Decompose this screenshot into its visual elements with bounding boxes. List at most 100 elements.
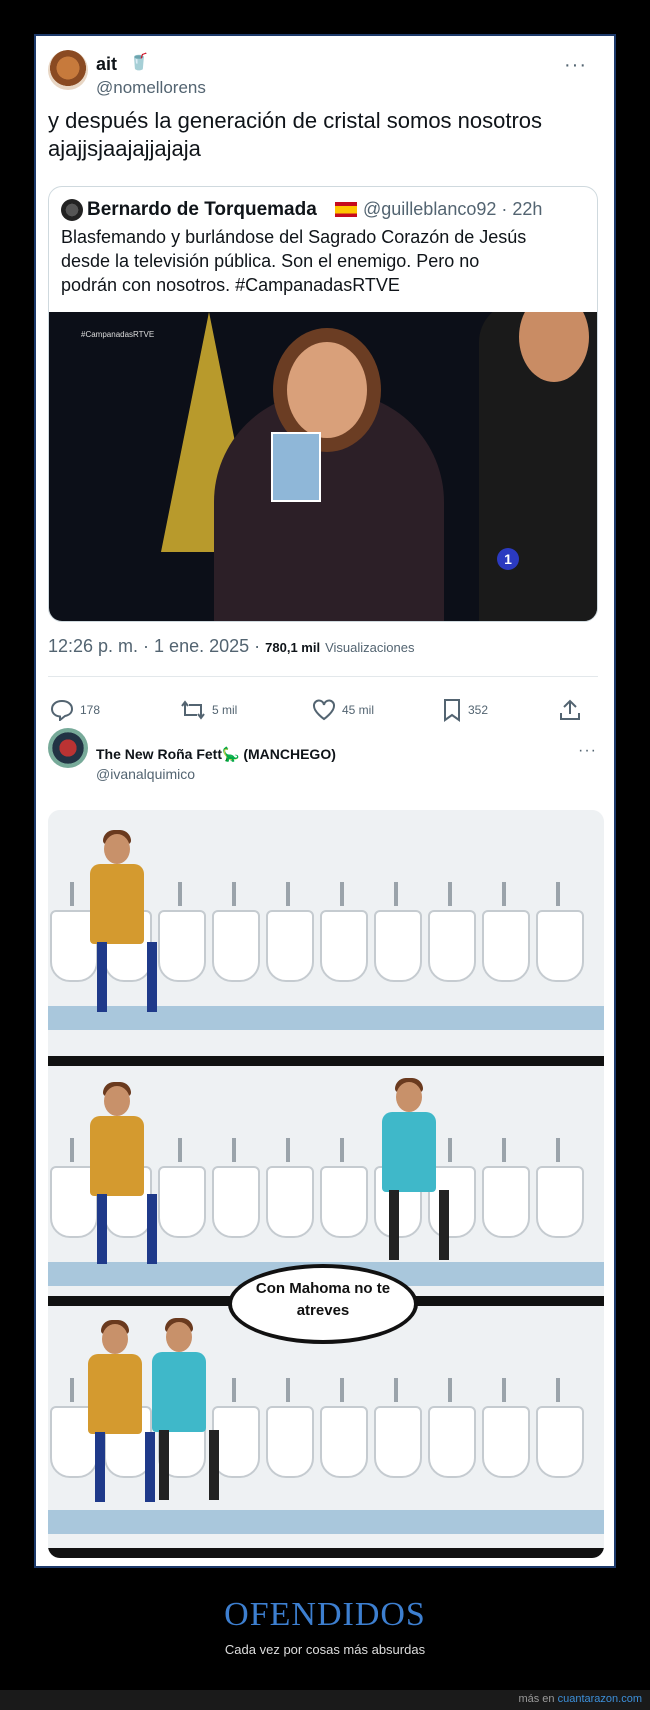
tweet-card: ait 🥤 @nomellorens ··· y después la gene…	[34, 34, 616, 1568]
tweet-text-line1: y después la generación de cristal somos…	[48, 108, 543, 133]
author-handle[interactable]: @ivanalquimico	[96, 766, 195, 782]
tweet-meta: 12:26 p. m. · 1 ene. 2025 · 780,1 mil Vi…	[48, 636, 414, 657]
more-options-icon[interactable]: ···	[564, 54, 587, 77]
reply-count: 178	[80, 703, 101, 717]
quote-text-line3: podrán con nosotros. #CampanadasRTVE	[61, 275, 400, 295]
more-prefix: más en	[518, 1693, 558, 1705]
quote-text-line1: Blasfemando y burlándose del Sagrado Cor…	[61, 227, 527, 247]
urinal	[374, 910, 422, 982]
urinal	[374, 1406, 422, 1478]
share-button[interactable]	[558, 696, 582, 724]
bookmark-button[interactable]: 352	[442, 696, 488, 724]
flush-pipe	[340, 882, 344, 906]
retweet-button[interactable]: 5 mil	[180, 696, 237, 724]
flush-pipe	[340, 1378, 344, 1402]
flush-pipe	[556, 882, 560, 906]
flush-pipe	[448, 1378, 452, 1402]
flush-pipe	[286, 882, 290, 906]
site-footer: más en cuantarazon.com	[0, 1690, 650, 1710]
page-subtitle: Cada vez por cosas más absurdas	[224, 1642, 426, 1657]
flush-pipe	[232, 882, 236, 906]
glass-emoji-icon: 🥤	[129, 54, 149, 71]
urinal	[482, 1166, 530, 1238]
page-title: OFENDIDOS	[224, 1596, 426, 1633]
flush-pipe	[70, 882, 74, 906]
flush-pipe	[232, 1378, 236, 1402]
flush-pipe	[502, 1138, 506, 1162]
author-handle[interactable]: @nomellorens	[96, 78, 206, 98]
urinal	[428, 1406, 476, 1478]
urinal	[212, 1406, 260, 1478]
urinal	[158, 910, 206, 982]
urinal-meme-image[interactable]	[48, 810, 604, 1558]
tve-logo-icon: 1	[497, 548, 519, 570]
timestamp[interactable]: 12:26 p. m. · 1 ene. 2025 ·	[48, 636, 260, 656]
urinal	[158, 1166, 206, 1238]
like-button[interactable]: 45 mil	[312, 696, 374, 724]
urinal	[536, 1166, 584, 1238]
bubble-text-line2: atreves	[296, 1302, 350, 1319]
urinal	[266, 1166, 314, 1238]
flush-pipe	[394, 1378, 398, 1402]
urinal	[266, 1406, 314, 1478]
urinal	[266, 910, 314, 982]
reply-button[interactable]: 178	[50, 696, 100, 724]
quote-author-name[interactable]: Bernardo de Torquemada	[87, 199, 317, 221]
heart-icon	[313, 699, 335, 721]
spain-flag-icon	[335, 202, 357, 217]
share-icon	[560, 699, 580, 720]
urinal	[320, 1406, 368, 1478]
flush-pipe	[556, 1138, 560, 1162]
flush-pipe	[70, 1138, 74, 1162]
divider	[48, 676, 598, 677]
panel-separator	[48, 1548, 604, 1558]
urinal	[212, 910, 260, 982]
quote-avatar[interactable]	[61, 199, 83, 221]
urinal	[482, 910, 530, 982]
urinal	[482, 1406, 530, 1478]
retweet-count: 5 mil	[212, 703, 238, 717]
quote-author-handle[interactable]: @guilleblanco92 · 22h	[363, 199, 542, 220]
flush-pipe	[70, 1378, 74, 1402]
footer-text: más en cuantarazon.com	[518, 1693, 642, 1705]
bookmark-icon	[444, 699, 460, 722]
author-name[interactable]: ait	[96, 54, 117, 75]
flush-pipe	[502, 1378, 506, 1402]
flush-pipe	[448, 882, 452, 906]
flush-pipe	[232, 1138, 236, 1162]
flush-pipe	[502, 882, 506, 906]
site-link[interactable]: cuantarazon.com	[558, 1693, 642, 1705]
overlay-hashtag: #CampanadasRTVE	[81, 330, 155, 339]
tweet-text-line2: ajajjsjaajajjajaja	[48, 136, 201, 161]
flush-pipe	[178, 882, 182, 906]
avatar[interactable]	[48, 50, 88, 90]
avatar[interactable]	[48, 728, 88, 768]
view-label: Visualizaciones	[325, 640, 415, 655]
urinal	[320, 1166, 368, 1238]
flush-pipe	[286, 1378, 290, 1402]
tv-broadcast-image[interactable]: #CampanadasRTVE 1	[49, 312, 597, 621]
flush-pipe	[178, 1138, 182, 1162]
urinal	[428, 910, 476, 982]
author-name[interactable]: The New Roña Fett🦕 (MANCHEGO)	[96, 746, 336, 763]
urinal	[536, 910, 584, 982]
retweet-icon	[181, 700, 205, 720]
floor	[48, 1510, 604, 1534]
flush-pipe	[448, 1138, 452, 1162]
speech-bubble: Con Mahoma no te atreves	[228, 1264, 418, 1344]
bookmark-count: 352	[468, 703, 489, 717]
panel-separator	[48, 1056, 604, 1066]
quote-text-line2: desde la televisión pública. Son el enem…	[61, 251, 480, 271]
held-card-image	[271, 432, 321, 502]
like-count: 45 mil	[342, 703, 375, 717]
flush-pipe	[556, 1378, 560, 1402]
flush-pipe	[286, 1138, 290, 1162]
urinal	[536, 1406, 584, 1478]
more-options-icon[interactable]: ···	[578, 742, 597, 760]
flush-pipe	[340, 1138, 344, 1162]
urinal	[212, 1166, 260, 1238]
urinal	[320, 910, 368, 982]
flush-pipe	[394, 882, 398, 906]
quoted-tweet[interactable]: Bernardo de Torquemada @guilleblanco92 ·…	[48, 186, 598, 622]
presenter-head	[287, 342, 367, 438]
